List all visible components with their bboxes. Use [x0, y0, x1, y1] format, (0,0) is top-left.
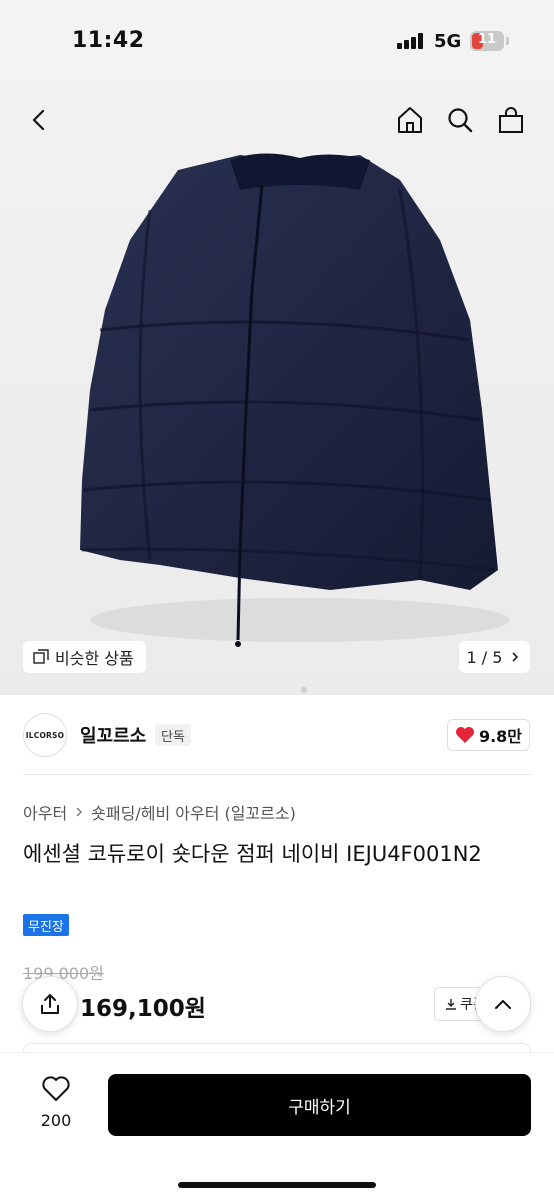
gallery-page-indicator[interactable]: 1 / 5 — [459, 641, 530, 673]
chevron-right-icon — [73, 806, 85, 818]
share-button[interactable] — [22, 976, 78, 1032]
product-image — [80, 153, 510, 693]
product-gallery[interactable]: 비슷한 상품 1 / 5 — [0, 80, 554, 695]
status-bar: 11:42 5G 11 — [0, 0, 554, 80]
brand-logo-text: ILCORSO — [25, 730, 65, 740]
store-tag: 무진장 — [23, 914, 69, 936]
chevron-up-icon — [495, 1000, 511, 1009]
sale-price: 169,100원 — [80, 996, 206, 1022]
divider — [23, 774, 531, 775]
bottom-bar: 200 구매하기 — [0, 1052, 554, 1200]
signal-icon — [397, 33, 425, 49]
search-icon — [448, 108, 473, 133]
buy-button[interactable]: 구매하기 — [108, 1074, 531, 1136]
network-type: 5G — [434, 31, 462, 52]
search-button[interactable] — [440, 100, 480, 140]
brand-like-button[interactable]: 9.8만 — [447, 719, 530, 751]
battery-level: 11 — [477, 32, 497, 47]
similar-icon — [33, 649, 49, 665]
download-icon — [446, 999, 456, 1010]
wishlist-count: 200 — [40, 1111, 72, 1130]
buy-label: 구매하기 — [288, 1097, 351, 1118]
brand-name[interactable]: 일꼬르소 — [80, 722, 146, 748]
back-button[interactable] — [20, 100, 60, 140]
breadcrumb-subcategory[interactable]: 숏패딩/헤비 아우터 (일꼬르소) — [91, 800, 296, 824]
home-button[interactable] — [390, 100, 430, 140]
chevron-right-icon — [512, 652, 519, 662]
similar-products-button[interactable]: 비슷한 상품 — [23, 641, 146, 673]
breadcrumb-category[interactable]: 아우터 — [23, 800, 67, 824]
scroll-top-button[interactable] — [475, 976, 531, 1032]
battery-icon: 11 — [470, 31, 504, 51]
home-indicator — [178, 1182, 376, 1188]
page-indicator-text: 1 / 5 — [466, 647, 503, 667]
product-title: 에센셜 코듀로이 숏다운 점퍼 네이비 IEJU4F001N2 — [23, 842, 482, 866]
shopping-bag-icon — [499, 107, 523, 133]
back-icon — [32, 109, 45, 131]
cart-button[interactable] — [491, 100, 531, 140]
breadcrumb: 아우터 숏패딩/헤비 아우터 (일꼬르소) — [23, 800, 296, 824]
share-icon — [41, 994, 59, 1014]
home-icon — [398, 107, 422, 133]
heart-outline-icon — [42, 1076, 70, 1101]
exclusive-badge: 단독 — [155, 724, 191, 746]
heart-filled-icon — [455, 727, 474, 743]
status-time: 11:42 — [72, 28, 145, 53]
similar-label: 비슷한 상품 — [55, 649, 134, 668]
brand-like-count: 9.8만 — [478, 727, 523, 746]
wishlist-button[interactable]: 200 — [28, 1075, 84, 1130]
brand-logo[interactable]: ILCORSO — [23, 713, 67, 757]
brand-row: ILCORSO 일꼬르소 단독 9.8만 — [0, 695, 554, 775]
